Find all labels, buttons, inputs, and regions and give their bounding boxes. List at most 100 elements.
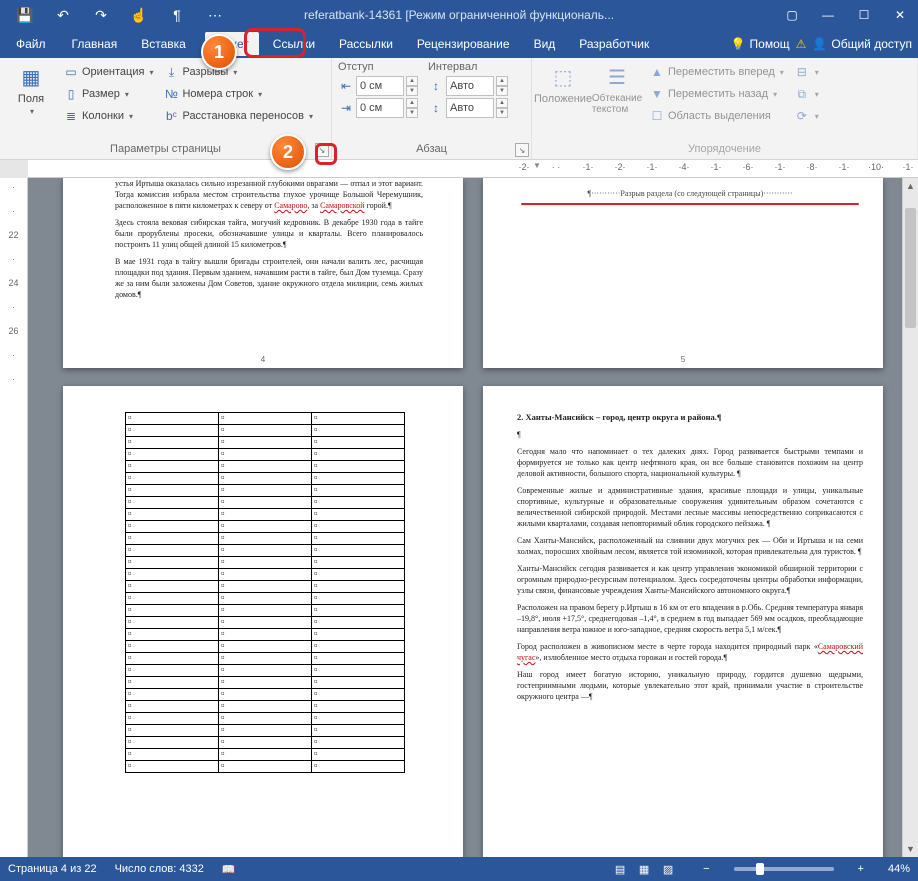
table-cell[interactable]: ¤ [126, 569, 219, 581]
page-5[interactable]: ¶···········Разрыв раздела (со следующей… [483, 178, 883, 368]
tab-file[interactable]: Файл [4, 32, 58, 56]
share-button[interactable]: 👤 Общий доступ [812, 37, 912, 51]
hyphenation-button[interactable]: bᶜРасстановка переносов▾ [160, 105, 316, 127]
table-cell[interactable]: ¤ [219, 461, 312, 473]
table-cell[interactable]: ¤ [312, 641, 405, 653]
tab-view[interactable]: Вид [524, 32, 566, 56]
tab-review[interactable]: Рецензирование [407, 32, 520, 56]
tab-references[interactable]: Ссылки [263, 32, 325, 56]
table-cell[interactable]: ¤ [126, 461, 219, 473]
table-cell[interactable]: ¤ [312, 677, 405, 689]
table-cell[interactable]: ¤ [312, 737, 405, 749]
table-cell[interactable]: ¤ [126, 665, 219, 677]
minimize-button[interactable]: — [810, 0, 846, 30]
table-cell[interactable]: ¤ [126, 425, 219, 437]
table-cell[interactable]: ¤ [219, 761, 312, 773]
vertical-ruler[interactable]: ··22·24·26·· [0, 178, 28, 857]
tab-home[interactable]: Главная [62, 32, 128, 56]
page-setup-dialog-launcher[interactable]: ↘ [315, 143, 329, 157]
table-cell[interactable]: ¤ [219, 557, 312, 569]
table-cell[interactable]: ¤ [312, 545, 405, 557]
table-cell[interactable]: ¤ [219, 689, 312, 701]
ribbon-options-button[interactable]: ▢ [774, 0, 810, 30]
table-cell[interactable]: ¤ [219, 749, 312, 761]
scrollbar-thumb[interactable] [905, 208, 916, 328]
table-cell[interactable]: ¤ [219, 413, 312, 425]
table-cell[interactable]: ¤ [126, 605, 219, 617]
table-cell[interactable]: ¤ [126, 653, 219, 665]
table-cell[interactable]: ¤ [219, 617, 312, 629]
spinner-icon[interactable]: ▲▼ [496, 76, 508, 96]
columns-button[interactable]: ≣Колонки▾ [60, 105, 156, 127]
table-cell[interactable]: ¤ [312, 725, 405, 737]
table-cell[interactable]: ¤ [219, 677, 312, 689]
zoom-slider[interactable] [734, 867, 834, 871]
paragraph-marks-button[interactable]: ¶ [158, 0, 196, 30]
table-cell[interactable]: ¤ [312, 653, 405, 665]
table-cell[interactable]: ¤ [126, 593, 219, 605]
tab-mailings[interactable]: Рассылки [329, 32, 403, 56]
table-cell[interactable]: ¤ [126, 413, 219, 425]
tab-insert[interactable]: Вставка [131, 32, 196, 56]
table-cell[interactable]: ¤ [312, 437, 405, 449]
zoom-level[interactable]: 44% [888, 863, 910, 875]
table-cell[interactable]: ¤ [219, 701, 312, 713]
table-cell[interactable]: ¤ [126, 545, 219, 557]
print-layout-button[interactable]: ▦ [633, 860, 655, 878]
table-cell[interactable]: ¤ [219, 545, 312, 557]
table-cell[interactable]: ¤ [312, 413, 405, 425]
word-count[interactable]: Число слов: 4332 [115, 863, 204, 875]
horizontal-ruler[interactable]: ·2·· ··1··2··1··4··1··6··1··8··1··10··1·… [28, 160, 918, 178]
table-cell[interactable]: ¤ [126, 713, 219, 725]
table-cell[interactable]: ¤ [219, 665, 312, 677]
table-cell[interactable]: ¤ [126, 557, 219, 569]
table-cell[interactable]: ¤ [219, 641, 312, 653]
document-table[interactable]: ¤¤¤¤¤¤¤¤¤¤¤¤¤¤¤¤¤¤¤¤¤¤¤¤¤¤¤¤¤¤¤¤¤¤¤¤¤¤¤¤… [125, 412, 405, 773]
table-cell[interactable]: ¤ [126, 725, 219, 737]
page-6[interactable]: ¤¤¤¤¤¤¤¤¤¤¤¤¤¤¤¤¤¤¤¤¤¤¤¤¤¤¤¤¤¤¤¤¤¤¤¤¤¤¤¤… [63, 386, 463, 857]
redo-button[interactable]: ↷ [82, 0, 120, 30]
table-cell[interactable]: ¤ [126, 521, 219, 533]
close-button[interactable]: ✕ [882, 0, 918, 30]
table-cell[interactable]: ¤ [126, 749, 219, 761]
table-cell[interactable]: ¤ [312, 761, 405, 773]
zoom-in-button[interactable]: + [852, 863, 870, 875]
table-cell[interactable]: ¤ [126, 581, 219, 593]
table-cell[interactable]: ¤ [312, 665, 405, 677]
table-cell[interactable]: ¤ [312, 581, 405, 593]
spinner-icon[interactable]: ▲▼ [496, 98, 508, 118]
table-cell[interactable]: ¤ [126, 473, 219, 485]
table-cell[interactable]: ¤ [126, 497, 219, 509]
table-cell[interactable]: ¤ [126, 761, 219, 773]
vertical-scrollbar[interactable]: ▲ ▼ [902, 178, 918, 857]
undo-button[interactable]: ↶ [44, 0, 82, 30]
table-cell[interactable]: ¤ [312, 449, 405, 461]
table-cell[interactable]: ¤ [312, 689, 405, 701]
table-cell[interactable]: ¤ [126, 737, 219, 749]
qat-more-button[interactable]: ⋯ [196, 0, 234, 30]
table-cell[interactable]: ¤ [312, 533, 405, 545]
table-cell[interactable]: ¤ [219, 737, 312, 749]
table-cell[interactable]: ¤ [312, 497, 405, 509]
spellcheck-icon[interactable]: 📖 [222, 863, 236, 876]
web-layout-button[interactable]: ▨ [657, 860, 679, 878]
table-cell[interactable]: ¤ [219, 725, 312, 737]
table-cell[interactable]: ¤ [219, 581, 312, 593]
table-cell[interactable]: ¤ [219, 605, 312, 617]
table-cell[interactable]: ¤ [312, 701, 405, 713]
table-cell[interactable]: ¤ [126, 617, 219, 629]
table-cell[interactable]: ¤ [312, 569, 405, 581]
paragraph-dialog-launcher[interactable]: ↘ [515, 143, 529, 157]
table-cell[interactable]: ¤ [312, 617, 405, 629]
table-cell[interactable]: ¤ [219, 713, 312, 725]
scroll-up-icon[interactable]: ▲ [903, 178, 918, 194]
table-cell[interactable]: ¤ [219, 473, 312, 485]
table-cell[interactable]: ¤ [126, 437, 219, 449]
table-cell[interactable]: ¤ [126, 689, 219, 701]
table-cell[interactable]: ¤ [126, 509, 219, 521]
table-cell[interactable]: ¤ [126, 641, 219, 653]
table-cell[interactable]: ¤ [312, 749, 405, 761]
tell-me-button[interactable]: 💡 Помощ [731, 37, 790, 51]
table-cell[interactable]: ¤ [312, 485, 405, 497]
table-cell[interactable]: ¤ [219, 509, 312, 521]
